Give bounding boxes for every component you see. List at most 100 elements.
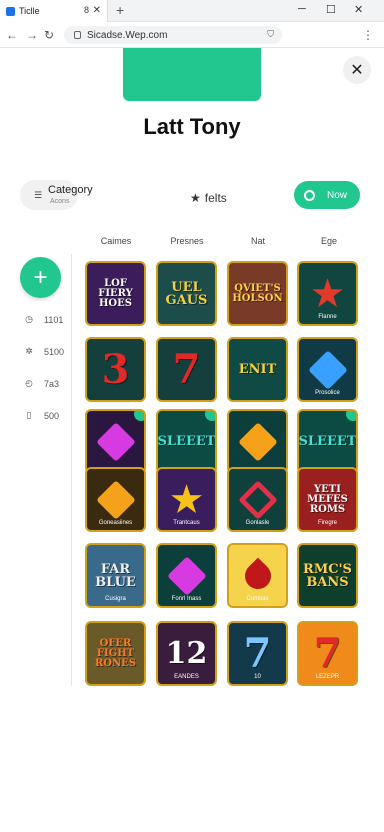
column-header[interactable]: Nat (228, 236, 288, 246)
tab-bar: Ticlle 8 ✕ + ─ ☐ ✕ (0, 0, 384, 22)
gem-icon (237, 421, 278, 462)
sidebar-item[interactable]: ◴ 7a3 (24, 378, 59, 389)
url-field[interactable]: Sicadse.Wep.com ⛉ (64, 26, 282, 44)
star-icon: ★ (309, 271, 346, 316)
tile-caption: Firegre (317, 520, 337, 526)
game-tile[interactable]: OFER FIGHT RONES (85, 621, 146, 686)
gem-icon (95, 421, 136, 462)
game-tile[interactable]: LOF FIERY HOES (85, 261, 146, 326)
sidebar-item[interactable]: ✲ 5100 (24, 346, 64, 357)
tile-title: FAR BLUE (95, 561, 136, 590)
game-tile[interactable]: Prosolice (297, 337, 358, 402)
clock-icon: ◷ (25, 314, 33, 324)
new-tab-button[interactable]: + (116, 2, 124, 18)
game-tile[interactable]: Goneasiines (85, 467, 146, 532)
game-tile[interactable] (227, 409, 288, 474)
badge-dot (346, 411, 356, 421)
category-sub: Acons (50, 198, 70, 205)
tab-close-icon[interactable]: ✕ (93, 5, 101, 16)
gem-icon (95, 479, 136, 520)
favicon-icon (6, 6, 15, 16)
badge-dot (205, 411, 215, 421)
game-tile[interactable]: SLEEET (297, 409, 358, 474)
menu-kebab-icon[interactable]: ⋮ (362, 28, 374, 42)
game-tile[interactable]: ★ Flanne (297, 261, 358, 326)
divider (71, 254, 72, 686)
tile-caption: Conloas (246, 596, 269, 602)
sidebar-item-label: 7a3 (44, 378, 60, 389)
url-text: Sicadse.Wep.com (87, 29, 168, 41)
tab-title: Ticlle (19, 6, 40, 16)
tile-title: SLEEET (298, 434, 357, 449)
tile-caption: LEZEPR (315, 674, 340, 680)
column-header[interactable]: Caimes (86, 236, 146, 246)
tile-caption: Gonlasle (245, 520, 270, 526)
tile-caption: Trantcaus (173, 520, 200, 526)
close-button[interactable]: ✕ (343, 56, 371, 84)
sidebar-item-label: 1101 (44, 314, 64, 325)
column-header[interactable]: Ege (299, 236, 359, 246)
game-tile[interactable]: Gonlasle (227, 467, 288, 532)
game-tile[interactable]: 7 (156, 337, 217, 402)
tile-title: 3 (101, 345, 130, 393)
game-tile[interactable]: ★ Trantcaus (156, 467, 217, 532)
now-button-label: Now (327, 189, 348, 201)
hamburger-icon: ☰ (34, 190, 43, 200)
game-tile[interactable]: Conloas (227, 543, 288, 608)
favorites-text: felts (204, 191, 227, 205)
tile-title: 7 (243, 629, 272, 677)
tile-caption: Fonrl Inass (171, 596, 202, 602)
reload-icon[interactable]: ↻ (44, 28, 54, 42)
game-tile[interactable]: FAR BLUE Cusigra (85, 543, 146, 608)
sidebar-item-label: 500 (44, 410, 60, 421)
game-tile[interactable]: SLEEET (156, 409, 217, 474)
game-tile[interactable] (85, 409, 146, 474)
game-tile[interactable]: 3 (85, 337, 146, 402)
maximize-icon[interactable]: ☐ (326, 3, 336, 16)
forward-icon[interactable]: → (26, 28, 38, 42)
sidebar-item[interactable]: ▯ 500 (24, 410, 60, 421)
now-button[interactable]: Now (294, 181, 360, 209)
tile-title: OFER FIGHT RONES (94, 637, 136, 669)
tile-caption: EANDES (174, 674, 199, 680)
sparkle-icon: ✲ (25, 346, 33, 356)
game-tile[interactable]: 12 EANDES (156, 621, 217, 686)
browser-tab[interactable]: Ticlle 8 ✕ (0, 0, 108, 22)
tile-caption: Flanne (318, 314, 337, 320)
address-bar: ← → ↻ Sicadse.Wep.com ⛉ ⋮ (0, 22, 384, 48)
back-icon[interactable]: ← (6, 28, 18, 42)
game-tile[interactable]: YETI MEFES ROMS Firegre (297, 467, 358, 532)
tile-title: LOF FIERY HOES (98, 277, 133, 309)
add-button[interactable]: + (20, 257, 61, 298)
game-tile[interactable]: Fonrl Inass (156, 543, 217, 608)
tile-title: QVIET'S HOLSON (232, 282, 283, 304)
game-tile[interactable]: RMC'S BANS (297, 543, 358, 608)
sidebar-item[interactable]: ◷ 1101 (24, 314, 63, 325)
sidebar-item-label: 5100 (44, 346, 65, 357)
tile-title: 7 (172, 345, 201, 393)
game-tile[interactable]: 7 10 (227, 621, 288, 686)
window-close-icon[interactable]: ✕ (354, 3, 363, 16)
game-tile[interactable]: UEL GAUS (156, 261, 217, 326)
star-icon: ★ (190, 191, 201, 205)
page-content: ✕ Latt Tony ☰ Category Acons ★ felts Now … (0, 48, 384, 832)
page-title: Latt Tony (143, 114, 241, 139)
phone-icon: ▯ (26, 410, 32, 420)
column-header[interactable]: Presnes (157, 236, 217, 246)
minimize-icon[interactable]: ─ (298, 3, 306, 15)
game-tile[interactable]: ENIT (227, 337, 288, 402)
tile-caption: 10 (254, 674, 261, 680)
timer-icon: ◴ (25, 378, 33, 388)
tile-title: ENIT (238, 362, 277, 377)
tile-title: 7 (313, 629, 342, 677)
game-tile[interactable]: 7 LEZEPR (297, 621, 358, 686)
tile-title: SLEEET (157, 434, 216, 449)
lock-icon (74, 31, 81, 39)
favorites-label[interactable]: ★ felts (190, 191, 227, 205)
ring-icon (304, 189, 315, 201)
game-tile[interactable]: QVIET'S HOLSON (227, 261, 288, 326)
tile-caption: Cusigra (105, 596, 126, 602)
tile-caption: Prosolice (315, 390, 340, 396)
tile-title: 12 (165, 635, 208, 671)
shield-icon[interactable]: ⛉ (267, 29, 274, 40)
